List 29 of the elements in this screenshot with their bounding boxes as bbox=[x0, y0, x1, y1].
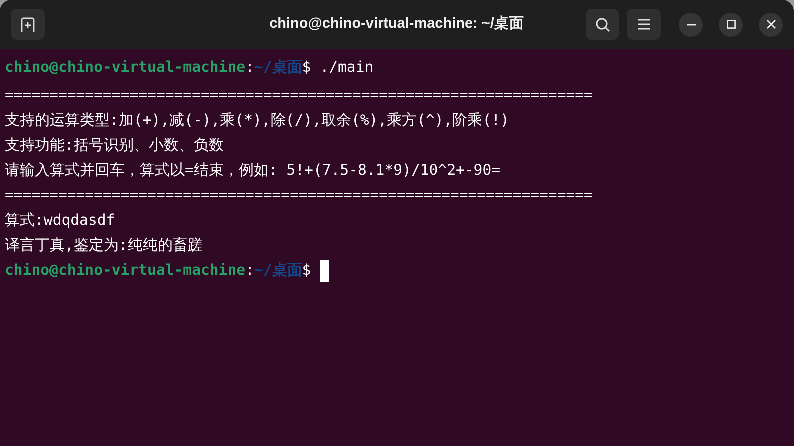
prompt-separator: : bbox=[246, 261, 254, 281]
output-line: 支持的运算类型:加(+),减(-),乘(*),除(/),取余(%),乘方(^),阶乘(!) bbox=[5, 111, 510, 131]
menu-icon bbox=[638, 19, 650, 30]
new-tab-button[interactable] bbox=[11, 9, 45, 40]
close-button[interactable] bbox=[759, 12, 783, 36]
output-line: 算式:wdqdasdf bbox=[5, 211, 116, 231]
output-line: ================================================================== bbox=[5, 86, 593, 106]
output-line: 支持功能:括号识别、小数、负数 bbox=[5, 136, 224, 156]
prompt-user-host: chino@chino-virtual-machine bbox=[5, 261, 246, 281]
output-line: 译言丁真,鉴定为:纯纯的畜蹉 bbox=[5, 236, 203, 256]
command-text: ./main bbox=[320, 58, 374, 78]
minimize-icon bbox=[686, 24, 696, 26]
prompt-symbol: $ bbox=[302, 261, 312, 281]
maximize-button[interactable] bbox=[719, 12, 743, 36]
menu-button[interactable] bbox=[627, 9, 661, 40]
output-line: 请输入算式并回车，算式以=结束，例如: 5!+(7.5-8.1*9)/10^2+-90= bbox=[5, 161, 501, 181]
maximize-icon bbox=[726, 20, 736, 29]
minimize-button[interactable] bbox=[679, 12, 703, 36]
prompt-path: ~/桌面 bbox=[254, 261, 302, 281]
new-tab-icon bbox=[20, 16, 36, 32]
search-button[interactable] bbox=[586, 9, 619, 40]
output-line: ================================================================== bbox=[5, 186, 593, 206]
search-icon bbox=[594, 16, 610, 32]
prompt-separator: : bbox=[246, 58, 254, 78]
close-icon bbox=[766, 20, 776, 29]
prompt-user-host: chino@chino-virtual-machine bbox=[5, 58, 246, 78]
prompt-symbol: $ bbox=[302, 58, 312, 78]
window-title: chino@chino-virtual-machine: ~/桌面 bbox=[268, 14, 526, 34]
prompt-path: ~/桌面 bbox=[254, 58, 302, 78]
